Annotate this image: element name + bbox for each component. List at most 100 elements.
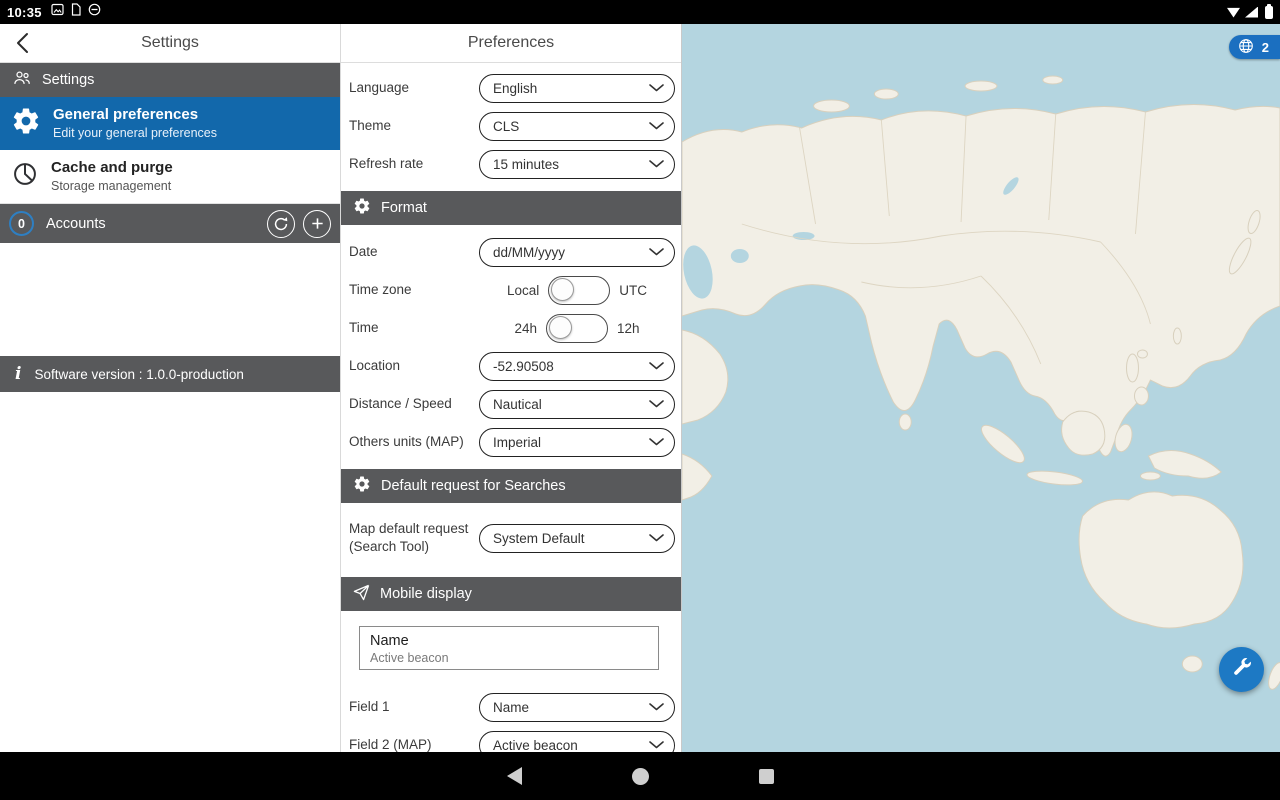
refresh-accounts-button[interactable] [267,210,295,238]
other-units-row: Others units (MAP) Imperial [341,423,681,461]
menu-item-subtitle: Storage management [51,179,173,194]
distance-speed-label: Distance / Speed [349,395,479,413]
time-zone-label: Time zone [349,281,479,299]
preview-title: Name [370,632,648,650]
wifi-icon [1227,7,1240,18]
settings-section-bar: Settings [0,63,340,97]
distance-speed-dropdown[interactable]: Nautical [479,390,675,419]
time-format-row: Time 24h 12h [341,309,681,347]
location-row: Location -52.90508 [341,347,681,385]
map-view[interactable]: 2 [682,24,1280,752]
time-format-label: Time [349,319,479,337]
software-version-bar: i Software version : 1.0.0-production [0,356,340,392]
time-24h-label: 24h [514,321,537,336]
language-dropdown[interactable]: English [479,74,675,103]
sim-card-icon [70,3,82,21]
menu-item-cache-and-purge[interactable]: Cache and purge Storage management [0,150,340,204]
settings-panel: Settings Settings General preferences Ed… [0,24,341,752]
field2-label: Field 2 (MAP) [349,736,479,752]
map-default-request-label: Map default request (Search Tool) [349,520,479,555]
accounts-label: Accounts [46,216,106,232]
chevron-down-icon [649,400,664,408]
map-layers-count: 2 [1262,40,1269,55]
field2-dropdown[interactable]: Active beacon [479,731,675,753]
field2-row: Field 2 (MAP) Active beacon [341,726,681,752]
mobile-display-section-label: Mobile display [380,586,472,602]
toggle-knob [549,316,572,339]
refresh-icon [273,216,289,232]
time-zone-row: Time zone Local UTC [341,271,681,309]
accounts-count-badge: 0 [9,211,34,236]
theme-dropdown[interactable]: CLS [479,112,675,141]
nav-home-button[interactable] [632,768,649,785]
users-icon [12,68,32,92]
app-window: Settings Settings General preferences Ed… [0,24,1280,752]
info-icon: i [15,366,21,383]
battery-icon [1265,6,1273,19]
storage-pie-icon [11,160,39,193]
gear-icon [353,475,371,497]
date-format-dropdown[interactable]: dd/MM/yyyy [479,238,675,267]
preferences-header: Preferences [341,24,681,63]
gear-icon [353,197,371,219]
status-bar: 10:35 [0,0,1280,24]
language-row: Language English [341,69,681,107]
theme-label: Theme [349,117,479,135]
field1-dropdown[interactable]: Name [479,693,675,722]
accounts-section-bar: 0 Accounts [0,204,340,243]
world-map [682,24,1280,752]
nav-back-button[interactable] [507,767,522,785]
menu-item-subtitle: Edit your general preferences [53,126,217,141]
left-panel-spacer [0,243,340,356]
refresh-rate-label: Refresh rate [349,155,479,173]
map-default-request-dropdown[interactable]: System Default [479,524,675,553]
other-units-dropdown[interactable]: Imperial [479,428,675,457]
settings-section-label: Settings [42,72,94,88]
send-icon [353,584,370,605]
gear-icon [11,106,41,141]
chevron-down-icon [649,160,664,168]
preferences-panel-title: Preferences [468,34,554,52]
globe-icon [1238,38,1254,57]
settings-panel-title: Settings [141,34,199,52]
beacon-preview-card: Name Active beacon [359,626,659,670]
refresh-rate-dropdown[interactable]: 15 minutes [479,150,675,179]
plus-icon [310,216,325,231]
chevron-down-icon [649,84,664,92]
time-zone-local-label: Local [507,283,539,298]
screenshot-icon [51,3,64,21]
chevron-down-icon [649,703,664,711]
chevron-down-icon [649,741,664,749]
android-nav-bar [0,752,1280,800]
time-zone-toggle[interactable] [548,276,610,305]
preview-subtitle: Active beacon [370,650,648,666]
wrench-icon [1231,656,1253,683]
toggle-knob [551,278,574,301]
map-tools-fab[interactable] [1219,647,1264,692]
date-label: Date [349,243,479,261]
menu-item-general-preferences[interactable]: General preferences Edit your general pr… [0,97,340,150]
mobile-display-section-bar: Mobile display [341,577,681,611]
settings-header: Settings [0,24,340,63]
language-label: Language [349,79,479,97]
theme-row: Theme CLS [341,107,681,145]
location-format-dropdown[interactable]: -52.90508 [479,352,675,381]
time-format-toggle[interactable] [546,314,608,343]
location-label: Location [349,357,479,375]
add-account-button[interactable] [303,210,331,238]
search-defaults-section-label: Default request for Searches [381,478,566,494]
menu-item-title: Cache and purge [51,159,173,177]
chevron-down-icon [649,122,664,130]
clock: 10:35 [7,5,42,20]
time-12h-label: 12h [617,321,640,336]
date-row: Date dd/MM/yyyy [341,233,681,271]
chevron-down-icon [649,248,664,256]
search-defaults-section-bar: Default request for Searches [341,469,681,503]
field1-row: Field 1 Name [341,688,681,726]
nav-recents-button[interactable] [759,769,774,784]
field1-label: Field 1 [349,698,479,716]
back-button[interactable] [8,29,36,57]
map-layers-badge[interactable]: 2 [1229,35,1280,59]
format-section-bar: Format [341,191,681,225]
do-not-disturb-icon [88,3,101,21]
